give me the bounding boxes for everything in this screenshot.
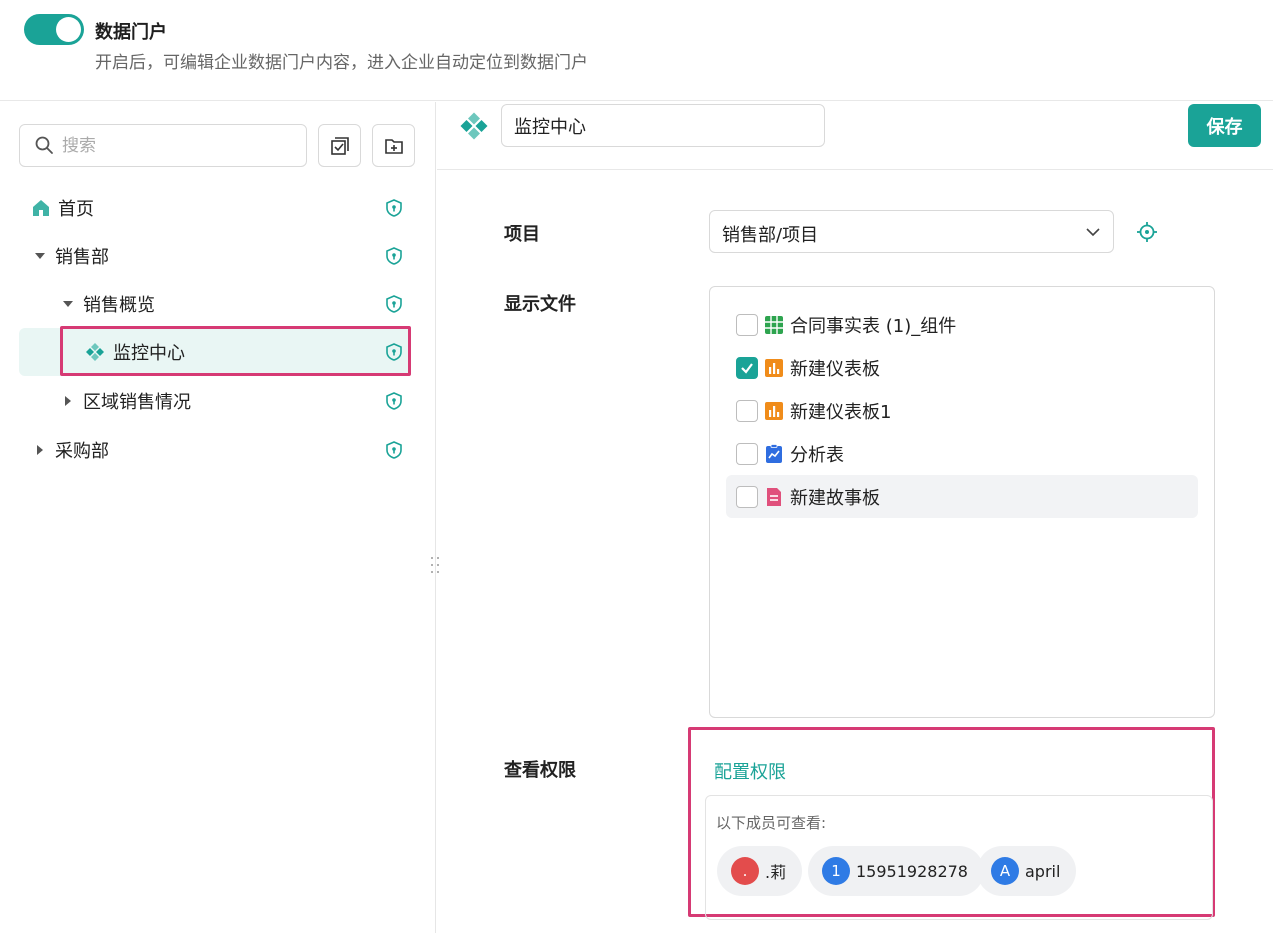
tree-item-label: 监控中心 bbox=[113, 343, 185, 364]
tree-item-monitor-center[interactable]: 监控中心 bbox=[19, 328, 411, 376]
caret-down-icon[interactable] bbox=[61, 297, 75, 311]
avatar: A bbox=[991, 857, 1019, 885]
caret-right-icon[interactable] bbox=[61, 394, 75, 408]
file-checkbox[interactable] bbox=[736, 442, 758, 465]
permission-highlight-frame: 配置权限 以下成员可查看: . .莉 1 15951928278 A april bbox=[688, 727, 1215, 920]
member-chip[interactable]: . .莉 bbox=[717, 846, 803, 896]
display-files-label: 显示文件 bbox=[504, 294, 576, 315]
tree-item-label: 销售部 bbox=[55, 247, 109, 268]
dashboard-icon bbox=[765, 358, 783, 377]
shield-icon[interactable] bbox=[385, 441, 403, 459]
file-row[interactable]: 合同事实表 (1)_组件 bbox=[726, 303, 1198, 346]
file-checkbox-checked[interactable] bbox=[736, 356, 758, 379]
shield-icon[interactable] bbox=[385, 199, 403, 217]
table-icon bbox=[765, 315, 783, 334]
save-button[interactable]: 保存 bbox=[1188, 104, 1261, 147]
shield-icon[interactable] bbox=[385, 343, 403, 361]
shield-icon[interactable] bbox=[385, 295, 403, 313]
caret-down-icon[interactable] bbox=[33, 249, 47, 263]
tree-item-sales-overview[interactable]: 销售概览 bbox=[19, 280, 411, 328]
member-name: .莉 bbox=[765, 863, 787, 882]
tree-item-home[interactable]: 首页 bbox=[19, 184, 411, 232]
search-input[interactable] bbox=[62, 133, 292, 159]
portal-tree-sidebar: 首页 销售部 销售概览 监控中心 bbox=[0, 102, 436, 933]
member-list-title: 以下成员可查看: bbox=[716, 814, 827, 832]
file-name: 合同事实表 (1)_组件 bbox=[790, 315, 957, 337]
tree-item-label: 销售概览 bbox=[83, 295, 155, 316]
locate-icon[interactable] bbox=[1136, 221, 1158, 243]
tree-item-label: 区域销售情况 bbox=[83, 392, 191, 413]
file-row[interactable]: 新建仪表板1 bbox=[726, 389, 1198, 432]
portal-description: 开启后，可编辑企业数据门户内容，进入企业自动定位到数据门户 bbox=[95, 53, 588, 73]
file-list: 合同事实表 (1)_组件 新建仪表板 新建仪表板1 分析表 新建故事板 bbox=[709, 286, 1215, 718]
search-icon bbox=[35, 136, 53, 154]
configure-permission-link[interactable]: 配置权限 bbox=[714, 758, 786, 784]
new-folder-button[interactable] bbox=[372, 124, 415, 167]
page-editor: 保存 项目 销售部/项目 显示文件 合同事实表 (1)_组件 bbox=[437, 102, 1273, 933]
tree-item-regional-sales[interactable]: 区域销售情况 bbox=[19, 377, 411, 425]
avatar: 1 bbox=[822, 857, 850, 885]
toggle-knob bbox=[56, 17, 81, 42]
member-name: april bbox=[1025, 861, 1061, 881]
shield-icon[interactable] bbox=[385, 247, 403, 265]
portal-settings-header: 数据门户 开启后，可编辑企业数据门户内容，进入企业自动定位到数据门户 bbox=[0, 0, 1273, 101]
new-folder-icon bbox=[384, 138, 403, 154]
file-row[interactable]: 新建仪表板 bbox=[726, 346, 1198, 389]
member-name: 15951928278 bbox=[856, 861, 968, 881]
page-name-input[interactable] bbox=[501, 104, 825, 147]
file-name: 新建仪表板1 bbox=[790, 401, 892, 423]
avatar: . bbox=[731, 857, 759, 885]
file-name: 分析表 bbox=[790, 444, 844, 466]
portal-title: 数据门户 bbox=[95, 22, 167, 43]
batch-select-button[interactable] bbox=[318, 124, 361, 167]
search-box[interactable] bbox=[19, 124, 307, 167]
tree-item-label: 采购部 bbox=[55, 441, 109, 462]
member-chip[interactable]: 1 15951928278 bbox=[808, 846, 984, 896]
home-icon bbox=[33, 200, 49, 216]
project-label: 项目 bbox=[504, 224, 540, 245]
dashboard-diamond-icon bbox=[86, 343, 104, 361]
member-chip[interactable]: A april bbox=[977, 846, 1077, 896]
tree-item-sales[interactable]: 销售部 bbox=[19, 232, 411, 280]
file-row[interactable]: 新建故事板 bbox=[726, 475, 1198, 518]
view-permission-label: 查看权限 bbox=[504, 760, 576, 781]
project-select[interactable]: 销售部/项目 bbox=[709, 210, 1114, 253]
shield-icon[interactable] bbox=[385, 392, 403, 410]
editor-header: 保存 bbox=[437, 102, 1273, 170]
tree-item-purchasing[interactable]: 采购部 bbox=[19, 426, 411, 474]
analysis-icon bbox=[766, 443, 782, 463]
dashboard-icon bbox=[765, 401, 783, 420]
batch-select-icon bbox=[330, 136, 349, 155]
file-checkbox[interactable] bbox=[736, 313, 758, 336]
file-name: 新建故事板 bbox=[790, 487, 880, 509]
chevron-down-icon bbox=[1086, 228, 1100, 237]
caret-right-icon[interactable] bbox=[33, 443, 47, 457]
storyboard-icon bbox=[767, 487, 781, 506]
file-checkbox[interactable] bbox=[736, 399, 758, 422]
tree-item-label: 首页 bbox=[58, 199, 94, 220]
dashboard-diamond-icon bbox=[460, 112, 488, 140]
data-portal-toggle[interactable] bbox=[24, 14, 84, 45]
file-checkbox[interactable] bbox=[736, 485, 758, 508]
file-row[interactable]: 分析表 bbox=[726, 432, 1198, 475]
file-name: 新建仪表板 bbox=[790, 358, 880, 380]
check-icon bbox=[741, 362, 753, 374]
project-select-value: 销售部/项目 bbox=[722, 225, 819, 246]
member-list: 以下成员可查看: . .莉 1 15951928278 A april bbox=[705, 795, 1213, 920]
